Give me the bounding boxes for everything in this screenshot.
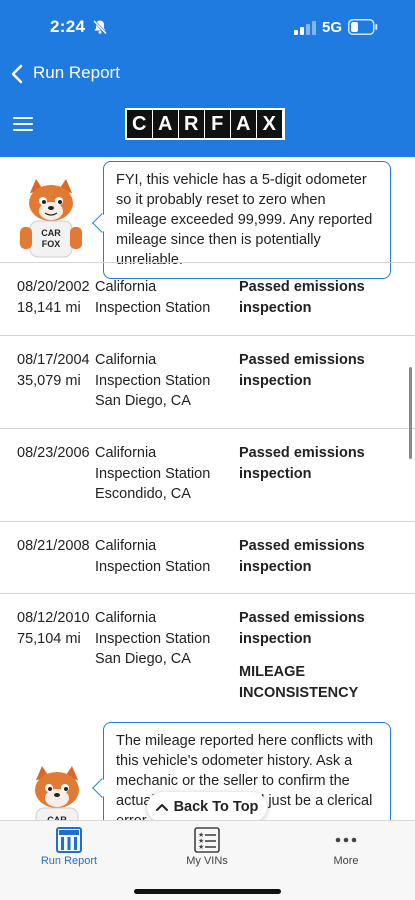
tab-label: My VINs bbox=[186, 855, 228, 867]
mileage-inconsistency-flag: MILEAGE INCONSISTENCY bbox=[239, 664, 359, 701]
tab-my-vins[interactable]: ★ ★ ★ My VINs bbox=[138, 821, 276, 881]
record-source: Inspection Station bbox=[95, 558, 211, 575]
record-comments: Passed emissions inspection bbox=[239, 538, 365, 575]
back-to-top-label: Back To Top bbox=[173, 799, 259, 815]
menu-icon[interactable] bbox=[13, 117, 33, 133]
record-comments: Passed emissions inspection bbox=[239, 352, 365, 389]
history-row: 08/23/2006 California Inspection Station… bbox=[0, 428, 415, 521]
history-row: 08/21/2008 California Inspection Station… bbox=[0, 521, 415, 593]
record-comments: Passed emissions inspection bbox=[239, 610, 365, 647]
record-source: California bbox=[95, 445, 157, 461]
tab-run-report[interactable]: Run Report bbox=[0, 821, 138, 881]
record-date: 08/20/2002 bbox=[17, 279, 90, 295]
chevron-up-icon bbox=[155, 804, 168, 811]
tab-more[interactable]: More bbox=[277, 821, 415, 881]
app-header: 2:24 5G Run Report C A R F A X bbox=[0, 0, 415, 157]
chevron-left-icon[interactable] bbox=[10, 63, 24, 85]
fox-shirt-text: FOX bbox=[42, 239, 61, 249]
list-icon: ★ ★ ★ bbox=[194, 827, 220, 853]
svg-text:★: ★ bbox=[198, 843, 204, 851]
record-location: Escondido, CA bbox=[95, 486, 191, 502]
status-bar: 2:24 5G bbox=[0, 0, 415, 54]
record-date: 08/21/2008 bbox=[17, 538, 90, 554]
record-source: California bbox=[95, 538, 157, 554]
scrollbar[interactable] bbox=[409, 367, 412, 459]
odometer-tip: CAR FOX FYI, this vehicle has a 5-digit … bbox=[0, 157, 415, 279]
record-source: Inspection Station bbox=[95, 372, 211, 389]
tab-label: Run Report bbox=[40, 855, 98, 867]
carfax-logo: C A R F A X bbox=[125, 108, 285, 140]
car-fox-mascot-icon: CAR bbox=[35, 766, 79, 820]
logo-letter: C bbox=[127, 110, 152, 138]
fox-shirt-text: CAR bbox=[41, 228, 61, 238]
record-comments: Passed emissions inspection bbox=[239, 279, 365, 316]
record-date: 08/12/2010 bbox=[17, 610, 90, 626]
network-type: 5G bbox=[322, 19, 343, 36]
history-content[interactable]: CAR FOX FYI, this vehicle has a 5-digit … bbox=[0, 157, 415, 820]
bell-slash-icon bbox=[93, 20, 107, 35]
record-comments: Passed emissions inspection bbox=[239, 445, 365, 482]
carfax-header: C A R F A X bbox=[0, 94, 415, 157]
status-time: 2:24 bbox=[50, 17, 86, 36]
battery-icon bbox=[348, 19, 378, 35]
logo-letter: A bbox=[153, 110, 178, 138]
logo-letter: F bbox=[205, 110, 230, 138]
back-to-top-button[interactable]: Back To Top bbox=[147, 792, 267, 822]
logo-letter: R bbox=[179, 110, 204, 138]
back-button[interactable]: Run Report bbox=[33, 63, 120, 83]
record-source: Inspection Station bbox=[95, 299, 211, 316]
record-location: San Diego, CA bbox=[95, 393, 191, 409]
nav-bar: Run Report bbox=[0, 54, 415, 94]
signal-icon bbox=[294, 21, 316, 35]
record-mileage: 18,141 mi bbox=[17, 299, 81, 316]
record-source: California bbox=[95, 279, 157, 295]
record-location: San Diego, CA bbox=[95, 651, 191, 667]
tab-bar: Run Report ★ ★ ★ My VINs More bbox=[0, 820, 415, 900]
more-dots-icon bbox=[335, 837, 357, 843]
record-source: California bbox=[95, 610, 157, 626]
home-indicator[interactable] bbox=[134, 889, 281, 894]
record-mileage: 35,079 mi bbox=[17, 372, 81, 389]
logo-letter: X bbox=[257, 110, 282, 138]
logo-letter: A bbox=[231, 110, 256, 138]
record-source: Inspection Station bbox=[95, 630, 211, 647]
tip-text: FYI, this vehicle has a 5-digit odometer… bbox=[116, 172, 373, 268]
record-date: 08/23/2006 bbox=[17, 445, 90, 461]
history-row: 08/12/2010 75,104 mi California Inspecti… bbox=[0, 593, 415, 820]
tab-label: More bbox=[333, 855, 359, 867]
record-date: 08/17/2004 bbox=[17, 352, 90, 368]
history-row: 08/20/2002 18,141 mi California Inspecti… bbox=[0, 262, 415, 335]
history-row: 08/17/2004 35,079 mi California Inspecti… bbox=[0, 335, 415, 428]
record-source: California bbox=[95, 352, 157, 368]
car-fox-mascot-icon: CAR FOX bbox=[20, 179, 82, 258]
record-mileage: 75,104 mi bbox=[17, 630, 81, 647]
run-report-icon bbox=[56, 827, 82, 853]
record-source: Inspection Station bbox=[95, 465, 211, 482]
